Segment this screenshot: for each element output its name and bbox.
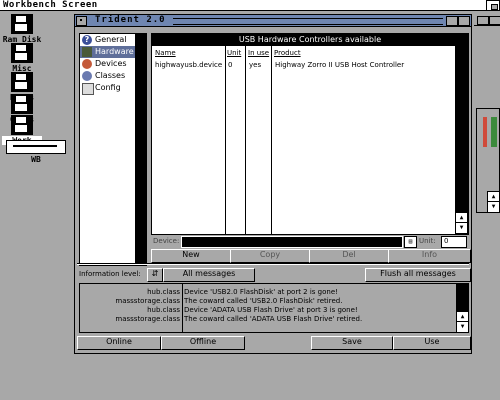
nav-item-label: Hardware — [95, 47, 134, 56]
device-row: Device: ▤ Unit: 0 — [151, 235, 469, 248]
background-window-scroll[interactable]: ▲ ▼ — [476, 108, 500, 213]
log-message: Device 'USB2.0 FlashDisk' at port 2 is g… — [184, 288, 338, 296]
log-message: The coward called 'ADATA USB Flash Drive… — [184, 315, 363, 323]
unit-label: Unit: — [419, 237, 436, 245]
divider — [77, 263, 469, 265]
cell-name: highwayusb.device — [155, 61, 223, 69]
disk-icon: ✔ — [11, 94, 33, 114]
cycle-icon[interactable]: ⇵ — [147, 268, 163, 282]
disk-icon: ✔ — [11, 43, 33, 63]
window-title: Trident 2.0 — [95, 15, 166, 25]
devices-icon — [82, 59, 92, 69]
new-button[interactable]: New — [151, 249, 231, 263]
zoom-icon[interactable] — [446, 16, 458, 26]
device-label: Device: — [153, 237, 180, 245]
column-header-unit[interactable]: Unit — [227, 48, 241, 58]
nav-item-label: General — [95, 35, 127, 44]
column-header-product[interactable]: Product — [274, 48, 301, 58]
cell-unit: 0 — [228, 61, 233, 69]
cell-product: Highway Zorro II USB Host Controller — [275, 61, 405, 69]
nav-item-label: Config — [95, 83, 121, 92]
nav-item-label: Devices — [95, 59, 127, 68]
trident-window[interactable]: Trident 2.0 ? General Hardware Devices Cl… — [74, 14, 472, 354]
log-source: massstorage.class — [115, 315, 180, 323]
desktop-icon-label: WB — [31, 155, 41, 164]
screen-title: Workbench Screen — [3, 0, 98, 10]
del-button[interactable]: Del — [309, 249, 389, 263]
use-button[interactable]: Use — [393, 336, 471, 350]
info-button[interactable]: Info — [388, 249, 471, 263]
column-header-in-use[interactable]: In use — [248, 48, 269, 58]
column-header-name[interactable]: Name — [155, 48, 176, 58]
window-title-bar[interactable]: Trident 2.0 — [75, 15, 471, 27]
help-icon: ? — [82, 35, 92, 45]
log-message: The coward called 'USB2.0 FlashDisk' ret… — [184, 297, 343, 305]
depth-icon[interactable] — [458, 16, 470, 26]
file-requester-icon[interactable]: ▤ — [404, 236, 417, 248]
nav-scrollbar[interactable] — [135, 33, 147, 266]
close-icon[interactable] — [76, 16, 87, 26]
online-button[interactable]: Online — [77, 336, 161, 350]
screen-title-bar[interactable]: Workbench Screen — [0, 0, 500, 11]
save-button[interactable]: Save — [311, 336, 393, 350]
scroll-down-icon[interactable]: ▼ — [456, 321, 469, 333]
floppy-drive-icon — [6, 140, 66, 154]
info-level-cycle[interactable]: All messages — [163, 268, 255, 282]
classes-icon — [82, 71, 92, 81]
desktop-icon-ram-disk[interactable]: ✔ Ram Disk — [2, 14, 42, 44]
screen-depth-icon[interactable] — [486, 0, 500, 11]
offline-button[interactable]: Offline — [161, 336, 245, 350]
flush-all-messages-button[interactable]: Flush all messages — [365, 268, 471, 282]
copy-button[interactable]: Copy — [230, 249, 310, 263]
table-scrollbar[interactable]: ▲ ▼ — [455, 46, 468, 234]
device-field[interactable] — [181, 236, 403, 248]
log-source: massstorage.class — [115, 297, 180, 305]
desktop-icon-wb[interactable]: WB — [4, 140, 68, 164]
table-title: USB Hardware Controllers available — [152, 34, 468, 46]
disk-icon: ✔ — [11, 115, 33, 135]
unit-field[interactable]: 0 — [441, 236, 467, 248]
message-log[interactable]: hub.class Device 'USB2.0 FlashDisk' at p… — [79, 283, 469, 333]
log-scrollbar[interactable]: ▲ ▼ — [456, 284, 469, 333]
cell-in-use: yes — [249, 61, 262, 69]
log-source: hub.class — [147, 306, 180, 314]
hardware-icon — [82, 47, 92, 57]
config-icon — [82, 83, 94, 95]
disk-icon: ✔ — [11, 14, 33, 34]
nav-item-label: Classes — [95, 71, 126, 80]
log-source: hub.class — [147, 288, 180, 296]
desktop-icon-misc[interactable]: ✔ Misc — [2, 43, 42, 73]
info-level-label: Information level: — [79, 270, 141, 278]
scroll-down-icon[interactable]: ▼ — [455, 222, 468, 234]
log-message: Device 'ADATA USB Flash Drive' at port 3… — [184, 306, 358, 314]
controllers-table[interactable]: USB Hardware Controllers available Name … — [151, 33, 469, 235]
disk-icon: ✔ — [11, 72, 33, 92]
